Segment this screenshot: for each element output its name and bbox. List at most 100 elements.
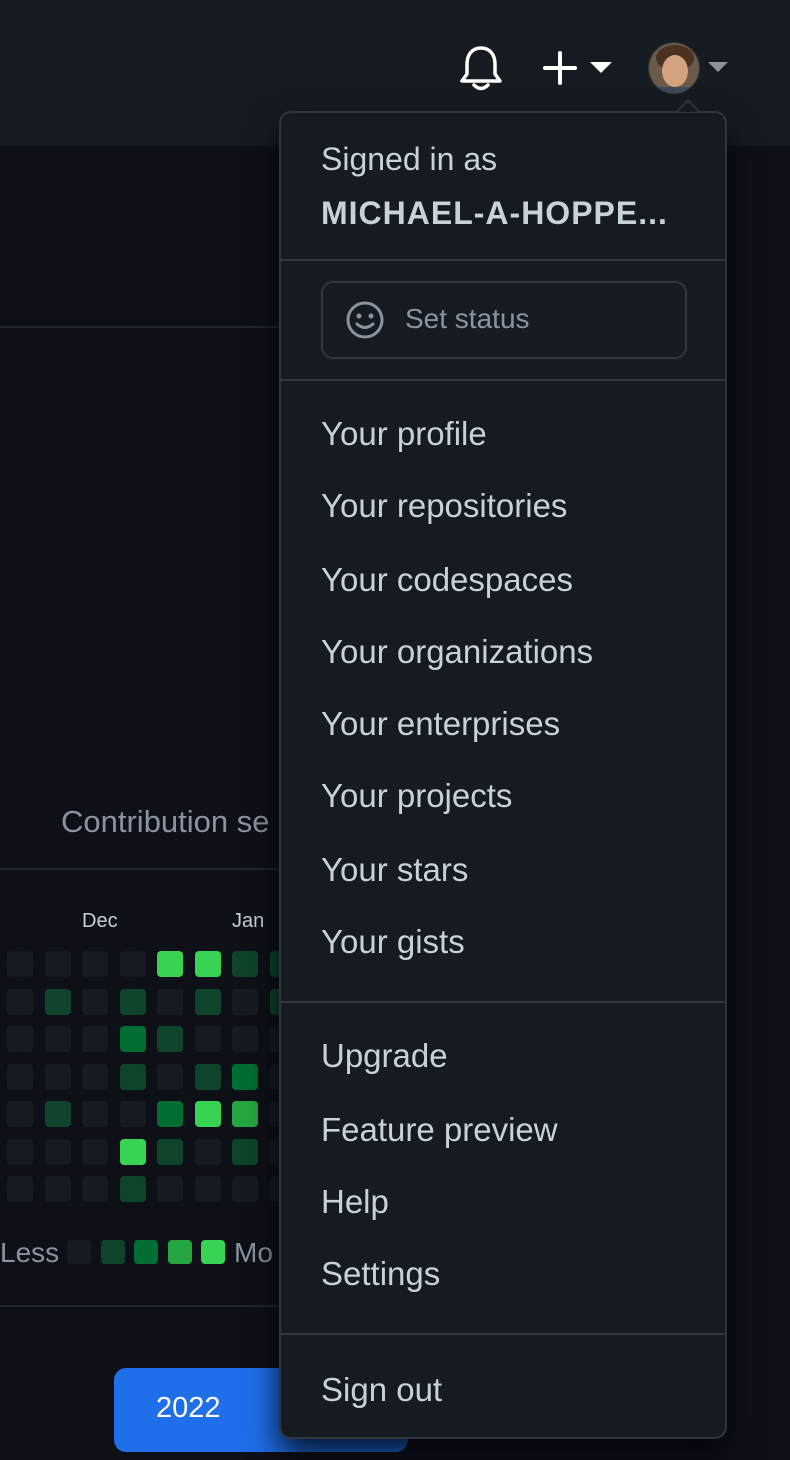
legend-more-label: Mo [234,1237,273,1268]
chevron-down-icon [590,62,612,73]
menu-divider [281,1333,725,1335]
contribution-day-cell [44,951,71,977]
menu-item-your-projects[interactable]: Your projects [281,769,725,829]
set-status-label: Set status [405,303,530,334]
legend-swatch [167,1240,192,1264]
month-label-jan: Jan [232,910,265,932]
menu-item-your-stars[interactable]: Your stars [281,843,725,903]
contribution-day-cell [82,988,108,1015]
contribution-day-cell [194,988,221,1015]
menu-item-label: Your repositories [321,487,568,524]
contribution-day-cell [44,1063,71,1090]
contribution-day-cell [7,988,33,1015]
menu-pointer-inner [678,102,698,112]
menu-divider [281,379,725,381]
menu-item-label: Help [321,1183,389,1220]
section-divider [0,1305,280,1307]
section-divider [0,868,280,870]
menu-item-feature-preview[interactable]: Feature preview [281,1103,725,1163]
menu-item-your-gists[interactable]: Your gists [281,915,725,975]
contribution-day-cell [119,1176,146,1202]
year-button-label: 2022 [156,1392,221,1424]
contribution-day-cell [82,951,108,977]
contribution-day-cell [7,1063,33,1090]
menu-item-your-profile[interactable]: Your profile [281,407,725,467]
contribution-day-cell [157,988,183,1015]
contribution-day-cell [194,1063,221,1090]
menu-item-your-organizations[interactable]: Your organizations [281,625,725,685]
menu-item-help[interactable]: Help [281,1175,725,1235]
contribution-day-cell [82,1138,108,1165]
contribution-day-cell [194,1138,221,1165]
contribution-day-cell [7,1138,33,1165]
menu-item-your-enterprises[interactable]: Your enterprises [281,697,725,757]
username: MICHAEL-A-HOPPE... [321,195,668,231]
menu-item-label: Your enterprises [321,705,561,742]
bell-icon [460,46,502,91]
month-label-dec: Dec [82,910,118,932]
contribution-day-cell [7,1026,33,1052]
contribution-day-cell [157,1026,183,1052]
menu-divider [281,259,725,261]
menu-item-your-repositories[interactable]: Your repositories [281,479,725,539]
menu-item-sign-out[interactable]: Sign out [281,1363,725,1423]
smiley-icon [346,301,384,339]
contribution-day-cell [82,1176,108,1202]
create-new-button[interactable] [540,48,616,88]
notifications-button[interactable] [459,44,503,92]
contribution-day-cell [157,951,183,977]
user-avatar-icon [649,43,699,93]
contribution-day-cell [7,951,33,977]
contribution-day-cell [157,1063,183,1090]
contribution-day-cell [82,1063,108,1090]
contribution-day-cell [44,1026,71,1052]
user-dropdown-menu: Signed in as MICHAEL-A-HOPPE... Set stat… [279,111,727,1439]
contribution-day-cell [44,1176,71,1202]
user-menu-button[interactable] [648,42,732,94]
contribution-day-cell [119,1063,146,1090]
contribution-day-cell [82,1026,108,1052]
contribution-day-cell [82,1101,108,1127]
contribution-day-cell [232,1063,258,1090]
menu-item-label: Your profile [321,415,487,452]
menu-item-label: Feature preview [321,1111,558,1148]
menu-item-your-codespaces[interactable]: Your codespaces [281,553,725,613]
menu-item-label: Upgrade [321,1037,448,1074]
legend-swatch [67,1240,91,1264]
legend-swatch [100,1240,125,1264]
menu-item-label: Your organizations [321,633,594,670]
contribution-day-cell [119,1138,146,1165]
contribution-day-cell [157,1101,183,1127]
avatar [648,42,700,94]
contribution-day-cell [194,1026,221,1052]
contribution-day-cell [232,1026,258,1052]
menu-divider [281,1001,725,1003]
contribution-day-cell [7,1101,33,1127]
menu-item-upgrade[interactable]: Upgrade [281,1029,725,1089]
menu-item-settings[interactable]: Settings [281,1247,725,1307]
contribution-settings-title: Contribution se [61,804,270,839]
contribution-day-cell [119,1026,146,1052]
contribution-day-cell [44,1101,71,1127]
contribution-day-cell [232,951,258,977]
contribution-day-cell [44,988,71,1015]
contribution-day-cell [157,1138,183,1165]
contribution-day-cell [119,951,146,977]
contribution-day-cell [232,1138,258,1165]
contribution-day-cell [7,1176,33,1202]
menu-item-label: Settings [321,1255,441,1292]
contribution-day-cell [157,1176,183,1202]
contribution-day-cell [194,1101,221,1127]
contribution-day-cell [119,1101,146,1127]
contribution-day-cell [232,1176,258,1202]
menu-item-label: Sign out [321,1371,443,1408]
contribution-day-cell [232,1101,258,1127]
menu-item-label: Your gists [321,923,465,960]
menu-item-label: Your projects [321,777,513,814]
set-status-button[interactable]: Set status [321,281,687,359]
plus-icon [543,51,577,85]
legend-swatch [201,1240,225,1264]
legend-swatch [134,1240,158,1264]
signed-in-label: Signed in as [321,141,498,177]
legend-less-label: Less [0,1237,60,1268]
